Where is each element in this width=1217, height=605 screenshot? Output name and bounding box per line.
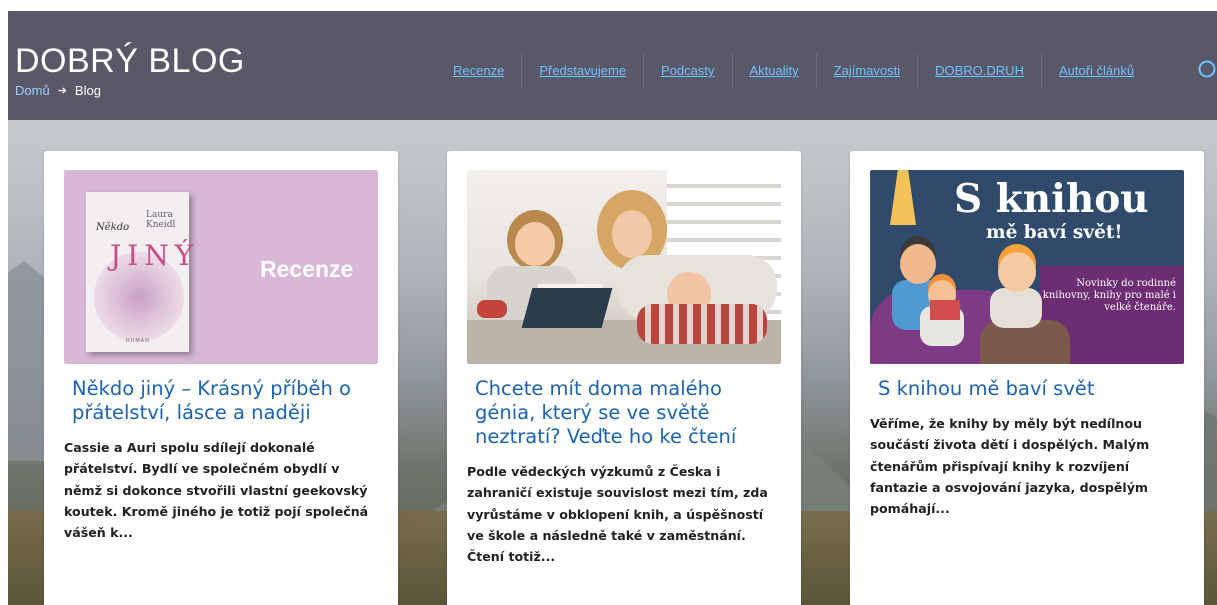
- thumbnail-label: Recenze: [260, 256, 354, 282]
- nav-link-aktuality[interactable]: Aktuality: [731, 54, 816, 88]
- post-excerpt: Cassie a Auri spolu sdílejí dokonalé přá…: [64, 440, 369, 541]
- nav-link-zajimavosti[interactable]: Zajímavosti: [815, 54, 917, 88]
- cover-author: Laura Kneidl: [146, 210, 176, 230]
- post-thumbnail[interactable]: Laura Kneidl Někdo JINÝ ROMÁN Recenze: [64, 170, 378, 364]
- post-card: Chcete mít doma malého génia, který se v…: [447, 151, 801, 605]
- post-card: S knihou mě baví svět! Novinky do rodinn…: [850, 151, 1204, 605]
- thumbnail-subheadline: mě baví svět!: [986, 222, 1123, 243]
- cover-footer: ROMÁN: [126, 338, 150, 344]
- nav-link-recenze[interactable]: Recenze: [439, 54, 521, 88]
- illustration-boy-head: [900, 244, 936, 284]
- post-thumbnail[interactable]: [467, 170, 781, 364]
- book-cover: Laura Kneidl Někdo JINÝ ROMÁN: [86, 192, 200, 352]
- breadcrumb-arrow-icon: ➜: [57, 85, 67, 97]
- photo-girl-face: [515, 222, 555, 266]
- nav-link-autori-clanku[interactable]: Autoři článků: [1040, 54, 1151, 88]
- post-card: Laura Kneidl Někdo JINÝ ROMÁN Recenze Ně…: [44, 151, 398, 605]
- illustration-lamp: [890, 170, 916, 225]
- thumbnail-panel-text: Novinky do rodinné knihovny, knihy pro m…: [1042, 278, 1176, 313]
- illustration-girl-head: [998, 252, 1036, 292]
- post-thumbnail[interactable]: S knihou mě baví svět! Novinky do rodinn…: [870, 170, 1184, 364]
- nav-link-podcasty[interactable]: Podcasty: [643, 54, 731, 88]
- illustration-book: [930, 300, 960, 320]
- breadcrumb: Domů ➜ Blog: [15, 83, 101, 98]
- post-title[interactable]: Chcete mít doma malého génia, který se v…: [475, 377, 775, 449]
- photo-book: [521, 288, 613, 328]
- main-nav: Recenze Představujeme Podcasty Aktuality…: [439, 54, 1151, 88]
- thumbnail-headline: S knihou: [954, 176, 1149, 222]
- illustration-girl-body: [990, 288, 1042, 328]
- cover-title-big: JINÝ: [110, 239, 200, 272]
- site-header: DOBRÝ BLOG Domů ➜ Blog Recenze Představu…: [8, 11, 1217, 120]
- nav-link-predstavujeme[interactable]: Představujeme: [521, 54, 643, 88]
- post-title[interactable]: Někdo jiný – Krásný příběh o přátelství,…: [72, 377, 372, 425]
- breadcrumb-current: Blog: [74, 83, 101, 98]
- post-excerpt: Podle vědeckých výzkumů z Česka i zahran…: [467, 464, 768, 565]
- photo-girl-shoe: [477, 300, 507, 318]
- nav-link-dobro-druh[interactable]: DOBRO.DRUH: [917, 54, 1041, 88]
- page: DOBRÝ BLOG Domů ➜ Blog Recenze Představu…: [8, 11, 1217, 605]
- search-icon[interactable]: [1197, 60, 1217, 80]
- photo-baby-body: [637, 304, 767, 344]
- breadcrumb-home-link[interactable]: Domů: [15, 83, 50, 98]
- site-brand[interactable]: DOBRÝ BLOG: [15, 42, 245, 81]
- post-title[interactable]: S knihou mě baví svět: [878, 377, 1178, 401]
- photo-mother-face: [612, 210, 652, 258]
- cover-title-small: Někdo: [96, 222, 130, 233]
- post-excerpt: Věříme, že knihy by měly být nedílnou so…: [870, 416, 1150, 517]
